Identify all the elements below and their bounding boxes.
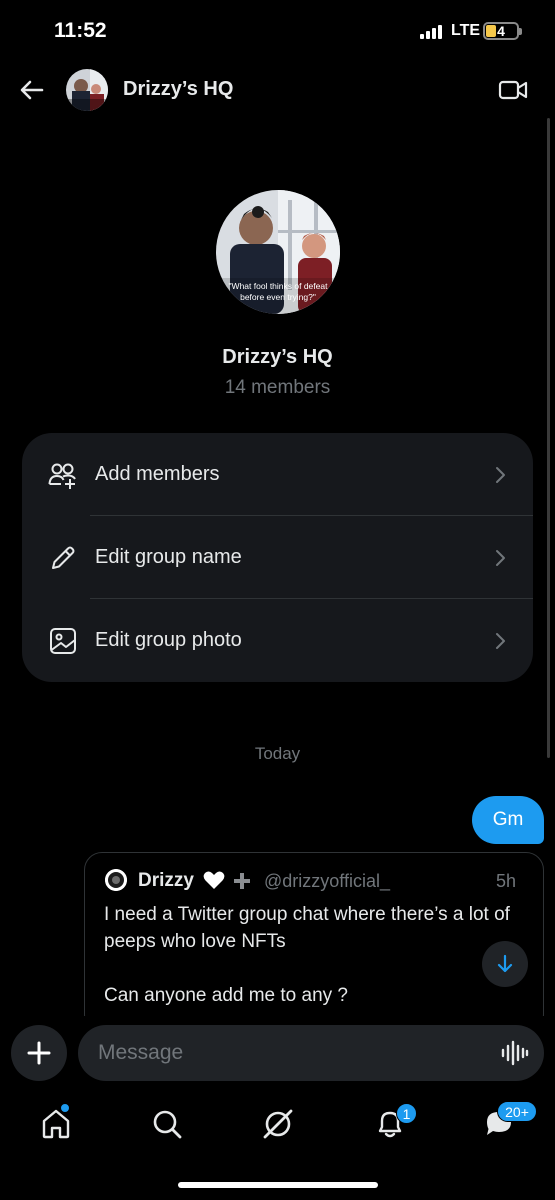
waveform-icon xyxy=(501,1040,529,1066)
home-badge-dot xyxy=(60,1103,70,1113)
option-label: Edit group photo xyxy=(95,629,242,651)
quoted-text-line: I need a Twitter group chat where there’… xyxy=(104,904,510,952)
group-name: Drizzy’s HQ xyxy=(222,346,333,368)
chat-header: Drizzy’s HQ xyxy=(0,62,555,118)
header-title[interactable]: Drizzy’s HQ xyxy=(123,78,233,101)
quoted-author-handle: @drizzyofficial_ xyxy=(264,871,390,891)
option-label: Edit group name xyxy=(95,546,242,568)
scroll-to-bottom-button[interactable] xyxy=(482,941,528,987)
attach-button[interactable] xyxy=(11,1025,67,1081)
pencil-icon xyxy=(52,546,75,569)
scrollbar[interactable] xyxy=(547,118,550,758)
plus-icon xyxy=(234,873,250,889)
quoted-post-time: 5h xyxy=(496,871,517,891)
chevron-right-icon xyxy=(496,467,505,483)
arrow-down-icon xyxy=(497,954,513,973)
add-people-icon xyxy=(48,463,76,489)
battery-level: 4 xyxy=(497,23,505,39)
white-heart-icon xyxy=(203,871,225,889)
image-icon xyxy=(50,628,76,654)
quoted-post-text: I need a Twitter group chat where there’… xyxy=(104,901,524,1031)
video-call-button[interactable] xyxy=(498,78,528,102)
status-time: 11:52 xyxy=(54,19,107,42)
photo-caption-2: before even trying?" xyxy=(240,292,316,302)
quoted-text-line: Can anyone add me to any ? xyxy=(104,985,349,1006)
status-bar: 11:52 LTE 4 xyxy=(0,0,555,62)
search-icon xyxy=(153,1110,182,1139)
network-label: LTE xyxy=(451,22,481,39)
quoted-post-card[interactable]: Drizzy @drizzyofficial_ 5h I need a Twit… xyxy=(84,852,544,1032)
date-separator: Today xyxy=(254,744,301,763)
grok-icon xyxy=(263,1109,293,1139)
group-photo[interactable]: "What fool thinks of defeat before even … xyxy=(216,190,340,314)
quoted-author-avatar xyxy=(105,869,127,891)
option-label: Add members xyxy=(95,463,220,485)
arrow-left-icon xyxy=(20,80,44,100)
sent-message-bubble[interactable]: Gm xyxy=(472,796,544,844)
signal-icon xyxy=(420,25,442,39)
edit-group-name-row[interactable]: Edit group name xyxy=(22,516,533,599)
messages-badge: 20+ xyxy=(497,1101,537,1122)
edit-group-photo-row[interactable]: Edit group photo xyxy=(22,599,533,682)
video-camera-icon xyxy=(498,80,528,100)
chevron-right-icon xyxy=(496,550,505,566)
quoted-author-name: Drizzy xyxy=(138,870,194,891)
member-count[interactable]: 14 members xyxy=(0,377,555,399)
voice-message-button[interactable] xyxy=(500,1040,530,1066)
nav-grok[interactable] xyxy=(260,1106,296,1142)
notifications-badge: 1 xyxy=(396,1103,417,1124)
chevron-right-icon xyxy=(496,633,505,649)
group-avatar-small[interactable] xyxy=(66,69,108,111)
battery-icon: 4 xyxy=(483,22,519,40)
nav-search[interactable] xyxy=(149,1106,185,1142)
back-button[interactable] xyxy=(16,74,48,106)
photo-caption-1: "What fool thinks of defeat xyxy=(229,281,329,291)
home-indicator xyxy=(178,1182,378,1188)
group-options-card: Add members Edit group name Edit group p… xyxy=(22,433,533,682)
add-members-row[interactable]: Add members xyxy=(22,433,533,516)
message-input[interactable] xyxy=(78,1025,544,1081)
plus-icon xyxy=(27,1041,51,1065)
